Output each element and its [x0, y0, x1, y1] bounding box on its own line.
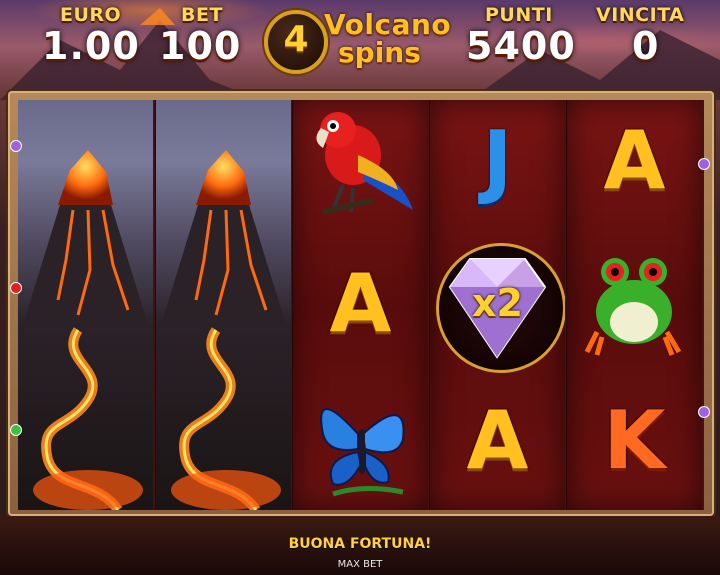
game-logo: 4 Volcano spins	[262, 2, 462, 74]
payline-marker-left-3	[10, 424, 22, 436]
parrot-symbol	[293, 100, 428, 236]
multiplier-label: x2	[472, 281, 523, 325]
payline-marker-right-2	[698, 406, 710, 418]
max-bet-button[interactable]: MAX BET	[0, 559, 720, 570]
payline-marker-left-2	[10, 282, 22, 294]
parrot-icon	[316, 112, 413, 215]
euro-label: EURO	[60, 4, 122, 26]
reel-1	[18, 100, 153, 510]
letter-k: K	[603, 394, 666, 487]
reels-area: A J x2 A A K	[18, 100, 704, 510]
vincita-value: 0	[632, 24, 660, 68]
butterfly-symbol	[293, 374, 428, 510]
euro-value: 1.00	[42, 24, 140, 68]
reel-4: J x2 A	[429, 100, 565, 510]
letter-a-symbol: A	[430, 374, 565, 510]
bet-value: 100	[159, 24, 242, 68]
punti-value: 5400	[466, 24, 576, 68]
punti-label: PUNTI	[485, 4, 553, 26]
letter-a-symbol: A	[293, 237, 428, 373]
diamond-multiplier-symbol: x2	[430, 237, 565, 373]
reel-2	[155, 100, 291, 510]
payline-marker-right-1	[698, 158, 710, 170]
vincita-label: VINCITA	[596, 4, 685, 26]
letter-j: J	[482, 114, 513, 207]
letter-a-symbol: A	[567, 100, 702, 236]
reel-frame: A J x2 A A K	[8, 91, 714, 516]
letter-a: A	[466, 394, 529, 487]
reel-5: A K	[566, 100, 702, 510]
letter-a: A	[603, 114, 666, 207]
volcano-symbol	[23, 150, 148, 510]
frog-symbol	[567, 237, 702, 373]
frog-icon	[584, 258, 682, 356]
logo-badge: 4	[264, 10, 328, 74]
logo-word-spins: spins	[338, 36, 421, 69]
reel-3: A	[292, 100, 428, 510]
volcano-symbol	[161, 150, 286, 510]
logo-number: 4	[283, 19, 309, 60]
status-message: BUONA FORTUNA!	[288, 536, 432, 552]
letter-j-symbol: J	[430, 100, 565, 236]
letter-k-symbol: K	[567, 374, 702, 510]
payline-marker-left-1	[10, 140, 22, 152]
game-screen: EURO 1.00 BET 100 PUNTI 5400 VINCITA 0 4…	[0, 0, 720, 575]
butterfly-icon	[320, 408, 405, 497]
letter-a: A	[329, 257, 392, 350]
bet-label: BET	[181, 4, 223, 26]
